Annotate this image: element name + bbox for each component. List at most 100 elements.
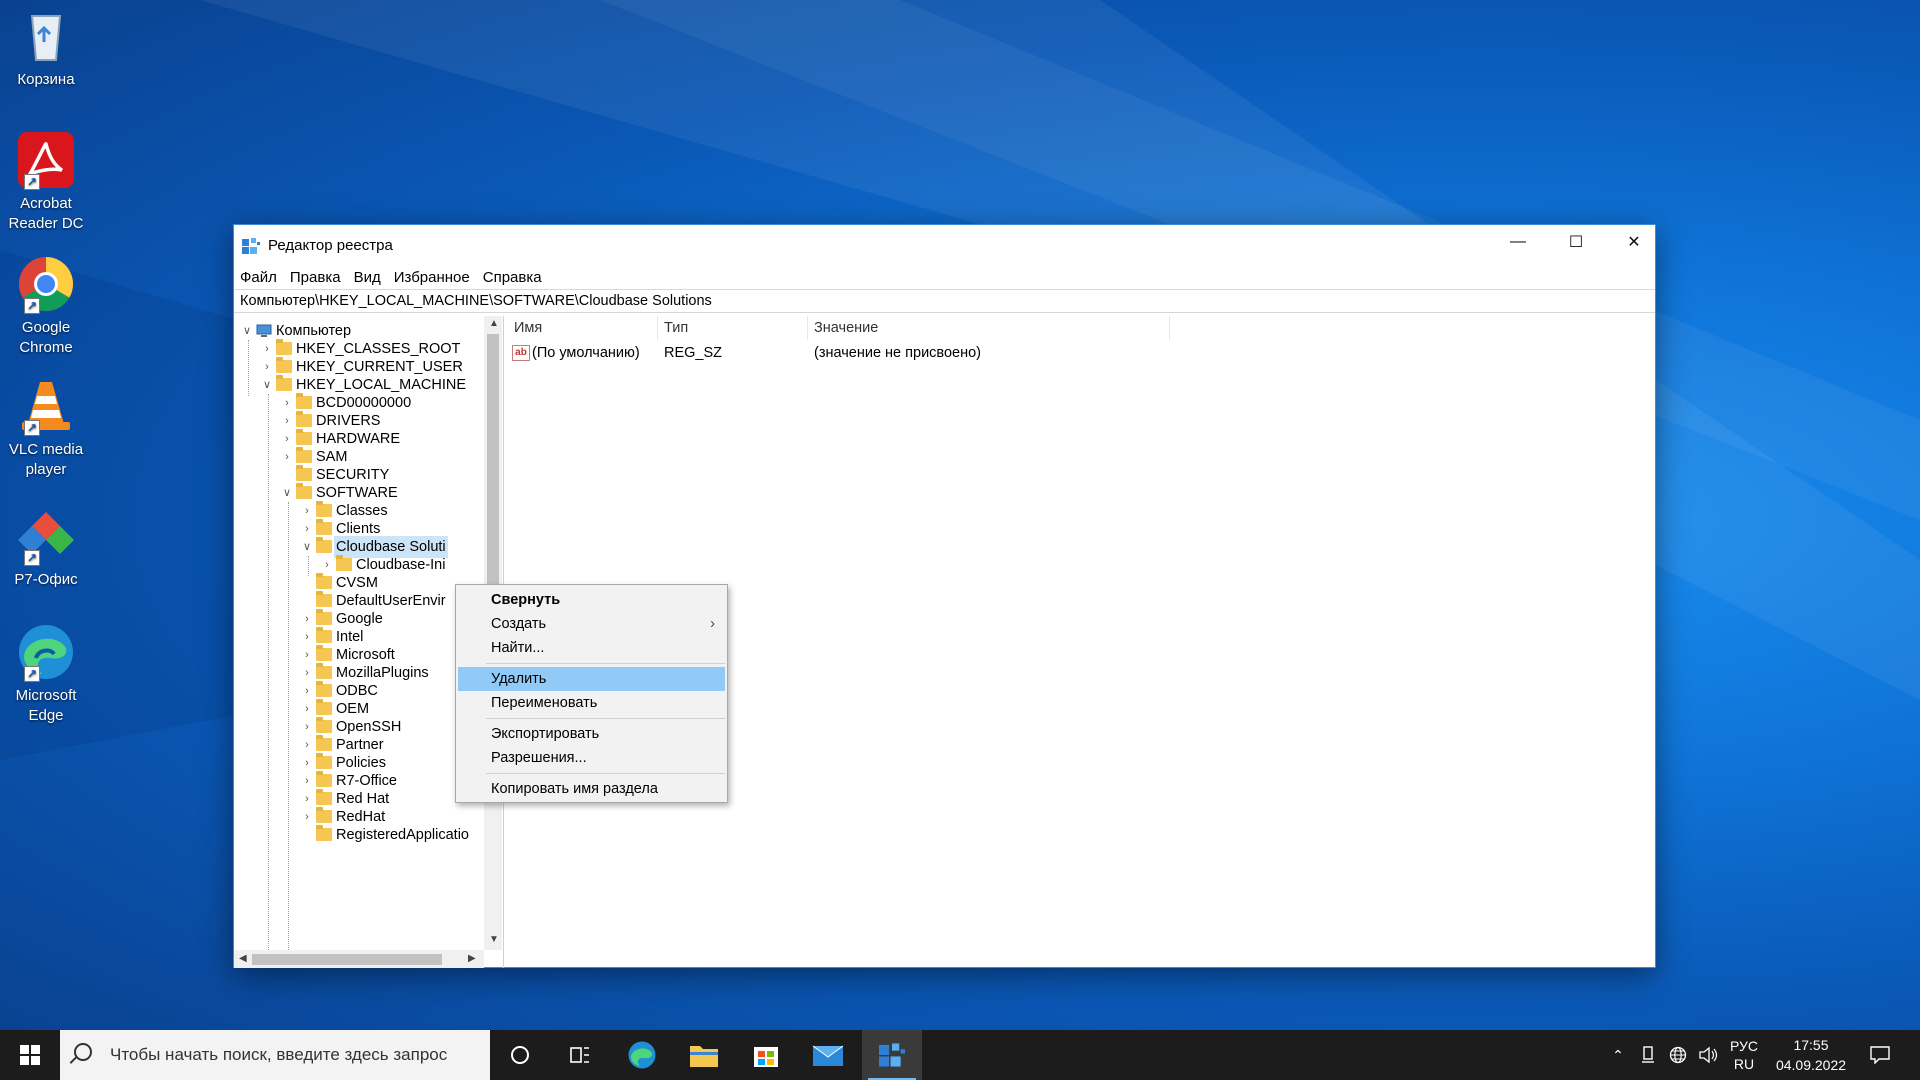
acrobat-reader-shortcut[interactable]: ↗ Acrobat Reader DC bbox=[4, 130, 88, 234]
folder-icon bbox=[316, 519, 332, 535]
folder-icon bbox=[276, 339, 292, 355]
notification-icon bbox=[1870, 1046, 1890, 1064]
speaker-icon bbox=[1699, 1046, 1718, 1064]
language-code: РУС bbox=[1729, 1038, 1759, 1054]
microsoft-edge-shortcut[interactable]: ↗ Microsoft Edge bbox=[4, 622, 88, 726]
start-button[interactable] bbox=[0, 1030, 60, 1080]
folder-icon bbox=[690, 1046, 718, 1067]
menu-item-new[interactable]: Создать › bbox=[456, 612, 727, 636]
desktop-icon-label: Корзина bbox=[17, 71, 75, 88]
scroll-down-icon[interactable]: ▼ bbox=[489, 934, 499, 945]
menu-separator bbox=[486, 718, 725, 719]
folder-icon bbox=[316, 645, 332, 661]
folder-icon bbox=[316, 699, 332, 715]
folder-icon bbox=[296, 429, 312, 445]
menu-item-rename[interactable]: Переименовать bbox=[456, 691, 727, 715]
clock-date: 04.09.2022 bbox=[1775, 1057, 1847, 1073]
folder-icon bbox=[316, 609, 332, 625]
maximize-button[interactable]: ☐ bbox=[1547, 225, 1605, 259]
string-value-icon: ab bbox=[512, 345, 530, 362]
value-type: REG_SZ bbox=[664, 345, 723, 361]
menu-help[interactable]: Справка bbox=[483, 269, 542, 286]
chevron-down-icon[interactable]: ∨ bbox=[300, 536, 314, 558]
scroll-left-icon[interactable]: ◀ bbox=[239, 953, 247, 964]
taskbar-registry-editor[interactable] bbox=[862, 1030, 922, 1080]
taskbar-search-box[interactable]: Чтобы начать поиск, введите здесь запрос bbox=[60, 1030, 490, 1080]
device-icon bbox=[1642, 1046, 1654, 1063]
r7-office-icon: ↗ bbox=[16, 506, 76, 566]
chevron-right-icon: › bbox=[710, 616, 715, 632]
tree-line bbox=[288, 502, 289, 962]
action-center-button[interactable] bbox=[1856, 1030, 1904, 1080]
list-row-default[interactable]: ab (По умолчанию) bbox=[512, 342, 640, 364]
menu-edit[interactable]: Правка bbox=[290, 269, 341, 286]
regedit-icon bbox=[242, 238, 260, 254]
folder-icon bbox=[276, 357, 292, 373]
column-header-value[interactable]: Значение bbox=[808, 316, 1170, 340]
folder-icon bbox=[316, 663, 332, 679]
chevron-down-icon[interactable]: ∨ bbox=[240, 320, 254, 342]
registry-editor-window: Редактор реестра — ☐ ✕ Файл Правка Вид И… bbox=[233, 224, 1656, 968]
show-hidden-icons-button[interactable]: ⌃ bbox=[1604, 1030, 1632, 1080]
acrobat-icon: ↗ bbox=[16, 130, 76, 190]
menu-view[interactable]: Вид bbox=[354, 269, 381, 286]
chevron-right-icon[interactable]: › bbox=[300, 806, 314, 828]
taskbar-microsoft-store[interactable] bbox=[736, 1030, 796, 1080]
chevron-down-icon[interactable]: ∨ bbox=[280, 482, 294, 504]
folder-icon bbox=[316, 591, 332, 607]
menu-item-delete[interactable]: Удалить bbox=[458, 667, 725, 691]
clock[interactable]: 17:55 04.09.2022 bbox=[1770, 1030, 1852, 1080]
minimize-button[interactable]: — bbox=[1489, 225, 1547, 259]
edge-icon bbox=[628, 1041, 656, 1069]
menu-favorites[interactable]: Избранное bbox=[394, 269, 470, 286]
network-button[interactable] bbox=[1664, 1030, 1692, 1080]
folder-icon bbox=[316, 825, 332, 841]
scroll-up-icon[interactable]: ▲ bbox=[489, 318, 499, 329]
scroll-right-icon[interactable]: ▶ bbox=[468, 953, 476, 964]
close-button[interactable]: ✕ bbox=[1605, 225, 1663, 259]
r7-office-shortcut[interactable]: ↗ Р7-Офис bbox=[4, 506, 88, 590]
column-header-name[interactable]: Имя bbox=[508, 316, 658, 340]
chevron-down-icon[interactable]: ∨ bbox=[260, 374, 274, 396]
menu-item-export[interactable]: Экспортировать bbox=[456, 722, 727, 746]
input-language-button[interactable]: РУС RU bbox=[1724, 1030, 1764, 1080]
title-bar[interactable]: Редактор реестра — ☐ ✕ bbox=[234, 225, 1655, 265]
task-view-icon bbox=[570, 1047, 589, 1063]
globe-icon bbox=[1669, 1046, 1687, 1064]
desktop-icon-label: VLC media player bbox=[8, 441, 84, 478]
close-icon: ✕ bbox=[1627, 234, 1641, 251]
scrollbar-thumb[interactable] bbox=[252, 954, 442, 965]
menu-file[interactable]: Файл bbox=[240, 269, 277, 286]
folder-icon bbox=[316, 753, 332, 769]
folder-icon bbox=[316, 627, 332, 643]
volume-button[interactable] bbox=[1694, 1030, 1722, 1080]
address-bar[interactable]: Компьютер\HKEY_LOCAL_MACHINE\SOFTWARE\Cl… bbox=[234, 289, 1655, 313]
chevron-right-icon[interactable]: › bbox=[280, 446, 294, 468]
recycle-bin-shortcut[interactable]: Корзина bbox=[4, 6, 88, 90]
menu-item-find[interactable]: Найти... bbox=[456, 636, 727, 660]
desktop-icon-label: Google Chrome bbox=[19, 319, 73, 356]
folder-icon bbox=[316, 573, 332, 589]
menu-item-permissions[interactable]: Разрешения... bbox=[456, 746, 727, 770]
recycle-bin-icon bbox=[16, 6, 76, 66]
taskbar-file-explorer[interactable] bbox=[674, 1030, 734, 1080]
menu-item-collapse[interactable]: Свернуть bbox=[456, 588, 727, 612]
google-chrome-shortcut[interactable]: ↗ Google Chrome bbox=[4, 254, 88, 358]
context-menu: Свернуть Создать › Найти... Удалить Пере… bbox=[455, 584, 728, 803]
windows-logo-icon bbox=[20, 1045, 40, 1065]
vlc-shortcut[interactable]: ↗ VLC media player bbox=[4, 376, 88, 480]
taskbar-edge[interactable] bbox=[612, 1030, 672, 1080]
taskbar-mail[interactable] bbox=[798, 1030, 858, 1080]
device-status-button[interactable] bbox=[1634, 1030, 1662, 1080]
layout-code: RU bbox=[1733, 1056, 1755, 1072]
folder-icon bbox=[316, 771, 332, 787]
task-view-button[interactable] bbox=[550, 1030, 610, 1080]
vlc-cone-icon: ↗ bbox=[16, 376, 76, 436]
column-header-type[interactable]: Тип bbox=[658, 316, 808, 340]
menu-item-copy-key-name[interactable]: Копировать имя раздела bbox=[456, 777, 727, 801]
scrollbar-thumb[interactable] bbox=[487, 334, 499, 586]
chrome-icon: ↗ bbox=[16, 254, 76, 314]
menu-separator bbox=[486, 773, 725, 774]
cortana-button[interactable] bbox=[490, 1030, 550, 1080]
tree-horizontal-scrollbar[interactable]: ◀ ▶ bbox=[234, 950, 484, 968]
